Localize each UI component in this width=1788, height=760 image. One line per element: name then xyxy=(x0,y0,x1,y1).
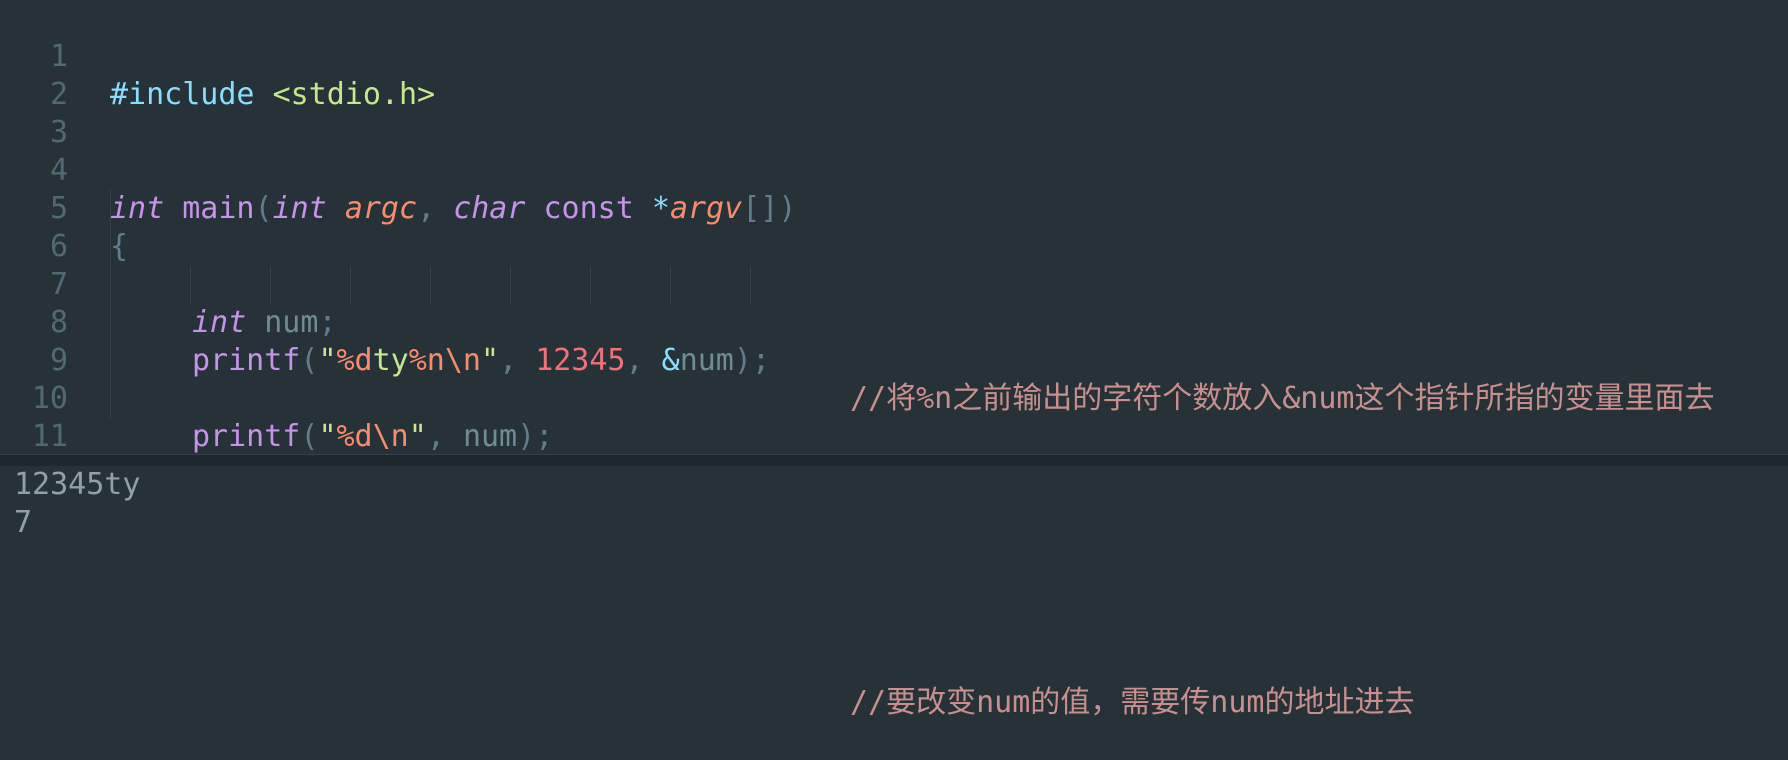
indent-guide xyxy=(190,266,191,304)
comment: //要改变num的值，需要传num的地址进去 xyxy=(850,685,1415,720)
indent-guide xyxy=(590,266,591,304)
indent-guide xyxy=(270,266,271,304)
output-panel[interactable]: 12345ty 7 xyxy=(0,466,1788,544)
code-line[interactable]: 2 xyxy=(0,38,1788,112)
code-line[interactable]: 11 return 0; xyxy=(0,380,1788,530)
code-line[interactable]: 1 #include <stdio.h> xyxy=(0,0,1788,112)
code-line[interactable]: 9 printf("%d\n", num); xyxy=(0,304,1788,454)
code-line[interactable]: 7 printf("%dty%n\n", 12345, &num); //将%n… xyxy=(0,228,1788,416)
code-line[interactable]: 6 int num; xyxy=(0,190,1788,340)
indent-guide xyxy=(750,266,751,304)
code-line[interactable]: 8 //要改变num的值，需要传num的地址进去 xyxy=(0,266,1788,720)
indent-guide xyxy=(110,228,111,266)
code-line[interactable]: 4 int main(int argc, char const *argv[]) xyxy=(0,114,1788,226)
indent-guide xyxy=(110,190,111,228)
output-line: 7 xyxy=(14,505,33,540)
indent-guide xyxy=(110,304,111,342)
code-line[interactable]: 10 xyxy=(0,342,1788,416)
indent-guide xyxy=(110,380,111,418)
indent-guide xyxy=(430,266,431,304)
code-editor[interactable]: 1 #include <stdio.h> 2 3 4 int main(int … xyxy=(0,0,1788,720)
indent-guide xyxy=(110,266,111,304)
code-line[interactable]: 3 xyxy=(0,76,1788,150)
indent-guide xyxy=(350,266,351,304)
code-line[interactable]: 12 } xyxy=(0,418,1788,530)
code-line[interactable]: 5 { xyxy=(0,152,1788,264)
indent-guide xyxy=(110,342,111,380)
output-line: 12345ty xyxy=(14,467,141,502)
indent-guide xyxy=(670,266,671,304)
indent-guide xyxy=(510,266,511,304)
